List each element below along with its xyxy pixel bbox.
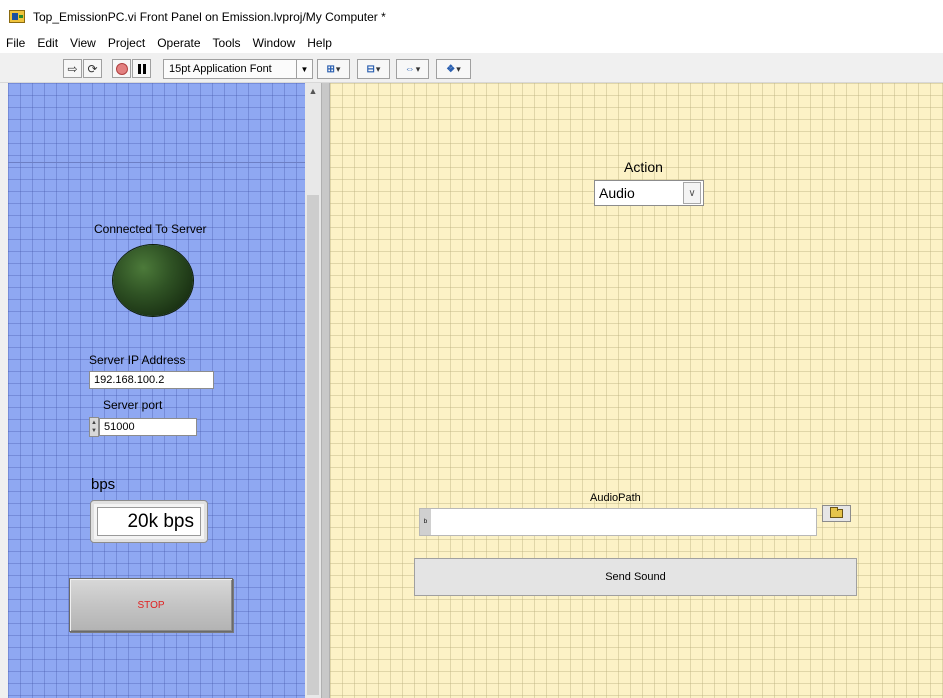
chevron-down-icon[interactable]: ∨ — [683, 182, 701, 204]
pane-divider — [8, 162, 305, 163]
stop-button[interactable]: STOP — [69, 578, 233, 632]
run-button[interactable]: ⇨ — [63, 59, 82, 78]
distribute-objects-button[interactable]: ⊟ ▾ — [357, 59, 390, 79]
scroll-up-arrow-icon[interactable]: ▲ — [305, 83, 321, 99]
align-objects-button[interactable]: ⊞ ▾ — [317, 59, 350, 79]
action-dropdown[interactable]: Audio ∨ — [594, 180, 704, 206]
menu-window[interactable]: Window — [247, 36, 302, 50]
window-title: Top_EmissionPC.vi Front Panel on Emissio… — [33, 10, 386, 24]
menu-bar: File Edit View Project Operate Tools Win… — [0, 32, 943, 53]
pane-splitter[interactable] — [321, 83, 330, 698]
reorder-button[interactable]: ❖ ▾ — [436, 59, 471, 79]
action-label: Action — [624, 159, 663, 175]
toolbar: ⇨ ⟳ 15pt Application Font ▼ ⊞ ▾ ⊟ ▾ ⇔ ▾ ❖ ▾ — [0, 53, 943, 83]
abort-button[interactable] — [112, 59, 131, 78]
browse-button[interactable] — [822, 505, 851, 522]
align-icon: ⊞ — [326, 63, 335, 75]
menu-project[interactable]: Project — [102, 36, 151, 50]
distribute-icon: ⊟ — [366, 63, 375, 75]
left-window-edge — [0, 83, 8, 698]
path-type-icon: ᵇ — [420, 509, 431, 535]
server-port-label: Server port — [103, 398, 163, 412]
server-ip-label: Server IP Address — [89, 353, 186, 367]
scroll-thumb[interactable] — [307, 195, 319, 695]
menu-file[interactable]: File — [0, 36, 31, 50]
font-selector-label: 15pt Application Font — [169, 63, 272, 75]
run-arrow-icon: ⇨ — [67, 61, 78, 76]
menu-view[interactable]: View — [64, 36, 102, 50]
chevron-down-icon: ▾ — [456, 63, 461, 74]
labview-app-icon — [9, 10, 25, 23]
chevron-down-icon: ▼ — [296, 60, 312, 78]
audiopath-label: AudioPath — [590, 492, 641, 504]
resize-icon: ⇔ — [404, 63, 415, 75]
menu-edit[interactable]: Edit — [31, 36, 64, 50]
menu-help[interactable]: Help — [301, 36, 338, 50]
run-continuously-button[interactable]: ⟳ — [83, 59, 102, 78]
bps-indicator: 20k bps — [90, 500, 208, 543]
connected-label: Connected To Server — [94, 222, 207, 236]
audiopath-field[interactable]: ᵇ — [419, 508, 817, 536]
folder-open-icon — [830, 507, 843, 518]
font-selector[interactable]: 15pt Application Font ▼ — [163, 59, 313, 79]
title-bar: Top_EmissionPC.vi Front Panel on Emissio… — [0, 0, 943, 32]
chevron-down-icon: ▾ — [375, 63, 381, 74]
server-port-field[interactable]: 51000 — [99, 418, 197, 436]
connected-led-indicator[interactable] — [113, 245, 193, 316]
menu-tools[interactable]: Tools — [207, 36, 247, 50]
pause-icon — [137, 63, 146, 74]
bps-value: 20k bps — [97, 507, 201, 536]
action-dropdown-value: Audio — [599, 185, 635, 201]
left-pane-scrollbar[interactable]: ▲ — [305, 83, 321, 698]
chevron-down-icon: ▾ — [415, 63, 421, 74]
menu-operate[interactable]: Operate — [151, 36, 206, 50]
chevron-down-icon: ▾ — [335, 63, 341, 74]
bps-label: bps — [91, 476, 116, 493]
stepper-down-icon[interactable]: ▼ — [91, 427, 97, 435]
resize-objects-button[interactable]: ⇔ ▾ — [396, 59, 429, 79]
server-ip-field[interactable]: 192.168.100.2 — [89, 371, 214, 389]
run-continuously-icon: ⟳ — [87, 61, 98, 76]
reorder-icon: ❖ — [446, 63, 456, 75]
send-sound-button[interactable]: Send Sound — [414, 558, 857, 596]
port-stepper[interactable]: ▲ ▼ — [89, 417, 99, 437]
stepper-up-icon[interactable]: ▲ — [91, 419, 97, 427]
pause-button[interactable] — [132, 59, 151, 78]
right-pane — [330, 83, 943, 698]
abort-icon — [115, 62, 128, 75]
